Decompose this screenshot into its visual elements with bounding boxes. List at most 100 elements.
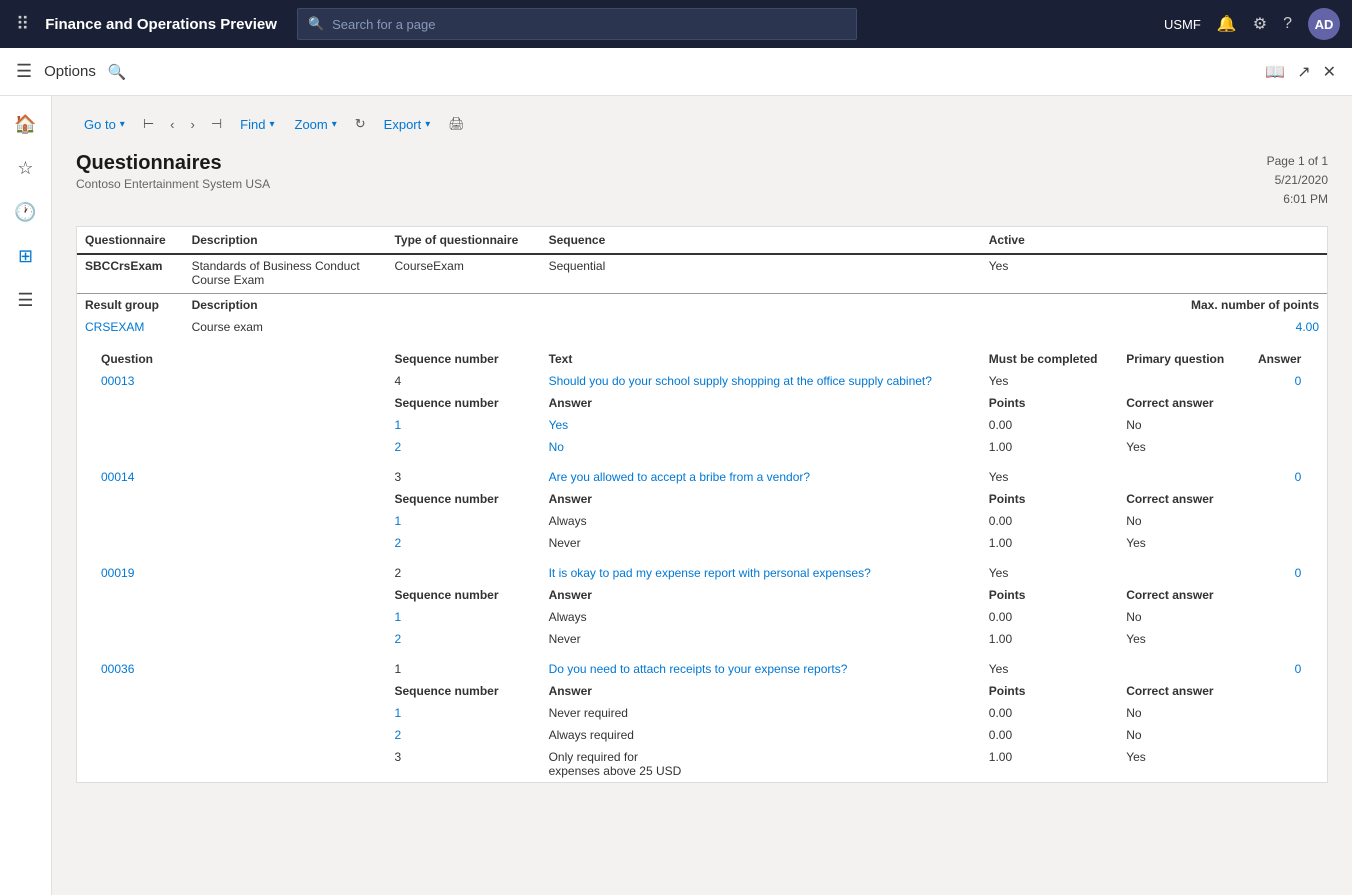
q1a1-e1 [1244, 414, 1309, 436]
report-meta: Page 1 of 1 5/21/2020 6:01 PM [1267, 152, 1328, 210]
export-label: Export [384, 117, 422, 132]
options-search-icon[interactable]: 🔍 [108, 63, 127, 81]
avatar[interactable]: AD [1308, 8, 1340, 40]
sidebar-list-icon[interactable]: ☰ [6, 280, 46, 320]
nav-next-button[interactable]: › [185, 113, 201, 136]
q2ah-8 [1309, 488, 1327, 510]
second-bar: ☰ Options 🔍 📖 ↗ ✕ [0, 48, 1352, 96]
find-label: Find [240, 117, 265, 132]
q4a3-e1 [1244, 746, 1309, 782]
q4a3-1 [77, 746, 184, 782]
q4ah-8 [1309, 680, 1327, 702]
q1a2-correct: Yes [1118, 436, 1244, 458]
q1ah-1 [77, 392, 184, 414]
q3ah-6: Correct answer [1118, 584, 1244, 606]
rg-col1: Result group [77, 293, 184, 316]
close-icon[interactable]: ✕ [1323, 62, 1336, 82]
q3ah-8 [1309, 584, 1327, 606]
q1ah-5: Points [981, 392, 1118, 414]
book-icon[interactable]: 📖 [1265, 62, 1285, 82]
q1ah-3: Sequence number [386, 392, 540, 414]
search-bar[interactable]: 🔍 [297, 8, 857, 40]
rg-desc: Course exam [184, 316, 387, 338]
q3-a2-row: 2 Never 1.00 Yes [77, 628, 1327, 650]
q4a3-e2 [1309, 746, 1327, 782]
grid-icon[interactable]: ⠿ [12, 10, 33, 39]
q1-a2-row: 2 No 1.00 Yes [77, 436, 1327, 458]
bell-icon[interactable]: 🔔 [1217, 14, 1237, 34]
goto-label: Go to [84, 117, 116, 132]
q4a1-ans: Never required [541, 702, 981, 724]
cell-e2 [1244, 254, 1309, 294]
q3a2-seq: 2 [386, 628, 540, 650]
sidebar-home-icon[interactable]: 🏠 [6, 104, 46, 144]
q4a2-e1 [1244, 724, 1309, 746]
sidebar-recent-icon[interactable]: 🕐 [6, 192, 46, 232]
sidebar-star-icon[interactable]: ☆ [6, 148, 46, 188]
q4ah-1 [77, 680, 184, 702]
report-header: Questionnaires Contoso Entertainment Sys… [76, 152, 1328, 210]
company-label: USMF [1164, 17, 1201, 32]
zoom-label: Zoom [295, 117, 328, 132]
hamburger-icon[interactable]: ☰ [16, 61, 32, 82]
q3-id: 00019 [77, 562, 184, 584]
nav-prev-button[interactable]: ‹ [164, 113, 180, 136]
q1ah-7 [1244, 392, 1309, 414]
q3a1-1 [77, 606, 184, 628]
nav-first-button[interactable]: ⊢ [137, 112, 160, 136]
q3a2-2 [184, 628, 387, 650]
col-questionnaire: Questionnaire [77, 227, 184, 254]
q4a1-seq: 1 [386, 702, 540, 724]
q1-row: 00013 4 Should you do your school supply… [77, 370, 1327, 392]
q3ah-7 [1244, 584, 1309, 606]
q2-answer: 0 [1244, 466, 1309, 488]
second-bar-right: 📖 ↗ ✕ [1265, 62, 1336, 82]
zoom-button[interactable]: Zoom ▾ [287, 113, 345, 136]
gear-icon[interactable]: ⚙ [1253, 14, 1267, 34]
q3a1-ans: Always [541, 606, 981, 628]
q1-a1-row: 1 Yes 0.00 No [77, 414, 1327, 436]
q1a2-1 [77, 436, 184, 458]
q1a2-e2 [1309, 436, 1327, 458]
q1-id: 00013 [77, 370, 184, 392]
q1ah-4: Answer [541, 392, 981, 414]
cell-e3 [1309, 254, 1327, 294]
q4a2-pts: 0.00 [981, 724, 1118, 746]
goto-button[interactable]: Go to ▾ [76, 113, 133, 136]
q4ah-6: Correct answer [1118, 680, 1244, 702]
q2a1-e2 [1309, 510, 1327, 532]
q1a2-pts: 1.00 [981, 436, 1118, 458]
external-link-icon[interactable]: ↗ [1297, 62, 1310, 82]
q3a2-ans: Never [541, 628, 981, 650]
nav-last-button[interactable]: ⊣ [205, 112, 228, 136]
q1ah-2 [184, 392, 387, 414]
toolbar: Go to ▾ ⊢ ‹ › ⊣ Find ▾ Zoom ▾ ↻ Export ▾… [76, 112, 1328, 136]
q2-seq: 3 [386, 466, 540, 488]
col-empty3 [1309, 227, 1327, 254]
q1a1-1 [77, 414, 184, 436]
report-table: Questionnaire Description Type of questi… [77, 227, 1327, 782]
sidebar-table-icon[interactable]: ⊞ [6, 236, 46, 276]
q3a1-pts: 0.00 [981, 606, 1118, 628]
q3-must: Yes [981, 562, 1118, 584]
export-button[interactable]: Export ▾ [376, 113, 439, 136]
q2a2-e1 [1244, 532, 1309, 554]
question-cols-header: Question Sequence number Text Must be co… [77, 348, 1327, 370]
q2-id: 00014 [77, 466, 184, 488]
q1a1-2 [184, 414, 387, 436]
q2a2-1 [77, 532, 184, 554]
q2a2-seq: 2 [386, 532, 540, 554]
q3a1-seq: 1 [386, 606, 540, 628]
print-button[interactable]: 🖨 [442, 112, 471, 136]
q1-must: Yes [981, 370, 1118, 392]
report-subtitle: Contoso Entertainment System USA [76, 177, 270, 191]
search-input[interactable] [332, 17, 846, 32]
rg-d3 [386, 316, 540, 338]
q4ah-5: Points [981, 680, 1118, 702]
find-button[interactable]: Find ▾ [232, 113, 282, 136]
q4a1-2 [184, 702, 387, 724]
rg-col2: Description [184, 293, 387, 316]
q4-e2 [1309, 658, 1327, 680]
help-icon[interactable]: ? [1283, 15, 1292, 33]
refresh-button[interactable]: ↻ [349, 112, 372, 136]
